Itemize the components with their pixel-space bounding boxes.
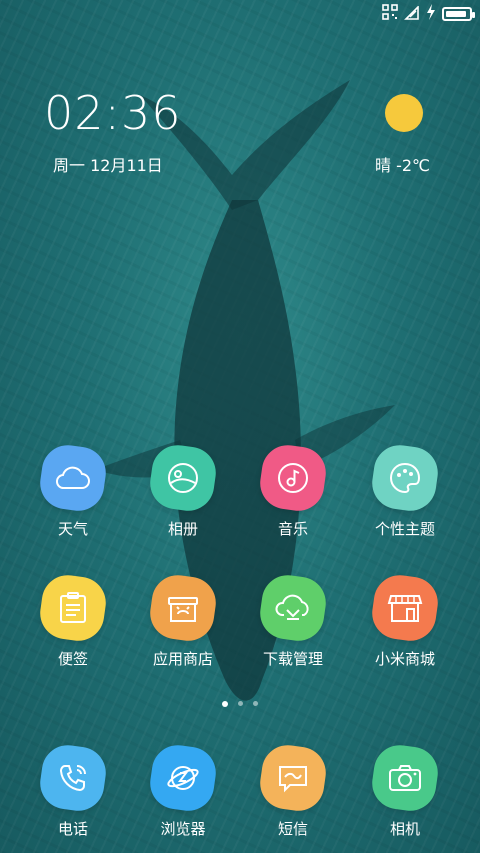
palette-icon — [389, 462, 421, 494]
message-icon — [279, 766, 307, 793]
dock-messages[interactable]: 短信 — [238, 741, 348, 839]
app-notes[interactable]: 便签 — [18, 571, 128, 669]
status-bar — [0, 0, 480, 28]
camera-icon — [389, 765, 421, 791]
app-label: 相机 — [389, 820, 420, 838]
gallery-icon — [168, 463, 198, 493]
page-dot-active[interactable] — [222, 700, 228, 707]
app-store-icon — [168, 597, 198, 622]
app-notes-icon-tile[interactable] — [36, 571, 110, 645]
sun-weather-icon[interactable] — [385, 94, 423, 132]
app-label: 应用商店 — [152, 650, 213, 668]
page-dot[interactable] — [253, 701, 258, 706]
weather-text: 晴 -2℃ — [374, 156, 430, 175]
charging-icon — [426, 4, 436, 24]
dock-messages-icon-tile[interactable] — [256, 741, 330, 815]
app-label: 下载管理 — [262, 650, 323, 668]
page-indicator — [0, 700, 480, 707]
app-themes[interactable]: 个性主题 — [350, 441, 460, 539]
notes-icon — [60, 592, 86, 623]
app-label: 电话 — [57, 820, 88, 838]
app-gallery-icon-tile[interactable] — [146, 441, 220, 515]
clock-date: 周一 12月11日 — [53, 156, 163, 175]
dock-phone[interactable]: 电话 — [18, 741, 128, 839]
app-label: 天气 — [57, 520, 88, 538]
dock-phone-icon-tile[interactable] — [36, 741, 110, 815]
app-label: 小米商城 — [374, 650, 435, 668]
qr-scan-icon — [382, 4, 398, 24]
dock-browser-icon-tile[interactable] — [146, 741, 220, 815]
app-label: 浏览器 — [160, 820, 206, 838]
page-dot[interactable] — [238, 701, 243, 706]
phone-icon — [59, 765, 86, 792]
app-appstore[interactable]: 应用商店 — [128, 571, 238, 669]
dock-browser[interactable]: 浏览器 — [128, 741, 238, 839]
app-weather-icon-tile[interactable] — [36, 441, 110, 515]
battery-icon — [442, 7, 475, 21]
app-mi-store[interactable]: 小米商城 — [350, 571, 460, 669]
app-label: 相册 — [167, 520, 198, 538]
app-label: 便签 — [57, 650, 88, 668]
app-downloads[interactable]: 下载管理 — [238, 571, 348, 669]
app-weather[interactable]: 天气 — [18, 441, 128, 539]
music-icon — [278, 463, 308, 493]
app-music[interactable]: 音乐 — [238, 441, 348, 539]
battery-level-fill — [446, 11, 466, 17]
app-label: 短信 — [277, 820, 308, 838]
cloud-icon — [56, 466, 90, 489]
clock-time[interactable]: 02:36 — [44, 86, 182, 140]
shop-icon — [387, 595, 423, 622]
sim-signal-icon — [404, 4, 420, 24]
app-appstore-icon-tile[interactable] — [146, 571, 220, 645]
app-themes-icon-tile[interactable] — [368, 441, 442, 515]
app-gallery[interactable]: 相册 — [128, 441, 238, 539]
app-mi-store-icon-tile[interactable] — [368, 571, 442, 645]
download-icon — [275, 594, 309, 620]
app-label: 个性主题 — [374, 520, 435, 538]
app-music-icon-tile[interactable] — [256, 441, 330, 515]
app-downloads-icon-tile[interactable] — [256, 571, 330, 645]
app-label: 音乐 — [277, 520, 308, 538]
browser-icon — [167, 766, 199, 790]
dock-camera-icon-tile[interactable] — [368, 741, 442, 815]
dock-camera[interactable]: 相机 — [350, 741, 460, 839]
